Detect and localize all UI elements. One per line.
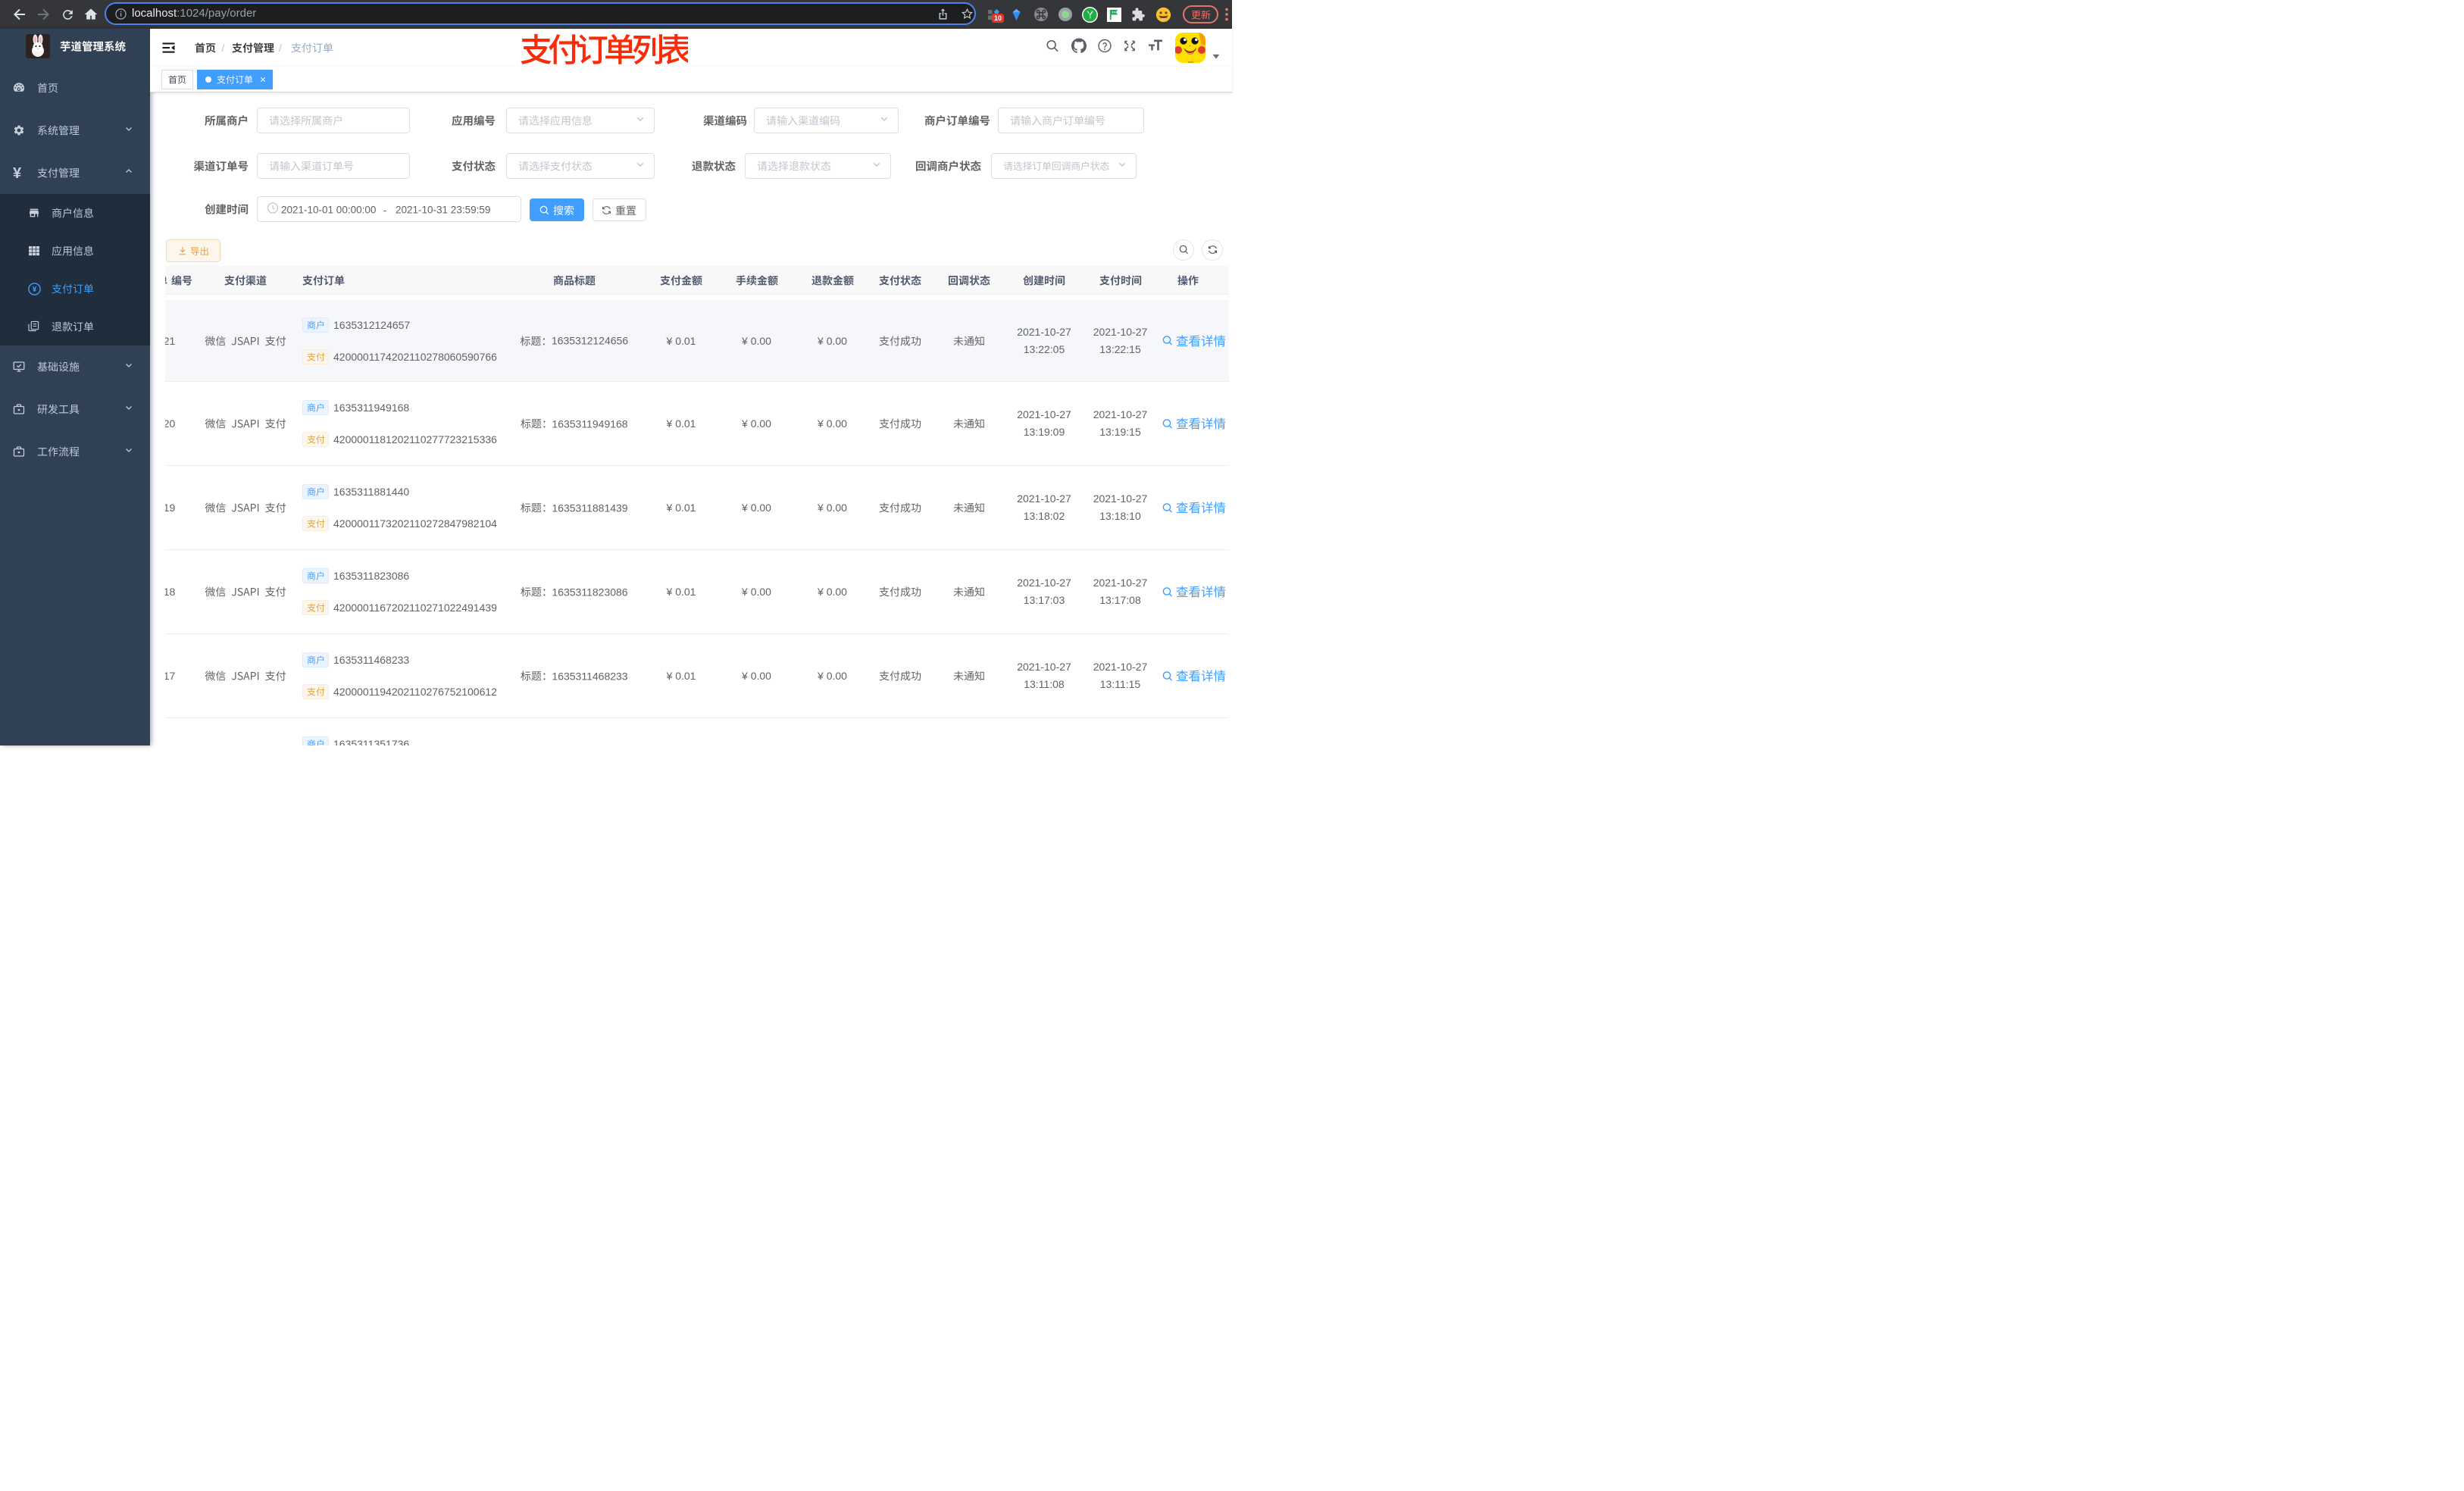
- svg-text:¥: ¥: [33, 286, 37, 294]
